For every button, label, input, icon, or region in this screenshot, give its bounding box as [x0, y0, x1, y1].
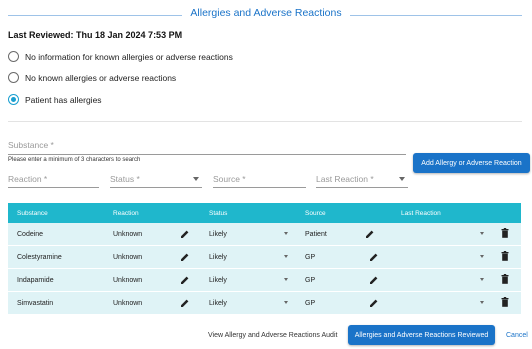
radio-no-information[interactable]: No information for known allergies or ad… [8, 51, 233, 62]
cell-substance: Indapamide [8, 268, 104, 292]
caret-down-icon [480, 301, 484, 304]
last-reaction-select[interactable]: Last Reaction * [316, 174, 408, 188]
edit-source-icon[interactable] [369, 252, 379, 262]
radio-label: No known allergies or adverse reactions [25, 72, 177, 83]
radio-button[interactable] [8, 51, 19, 62]
last-reaction-dropdown[interactable] [392, 245, 492, 269]
table-row: Colestyramine Unknown Likely GP [8, 245, 521, 269]
radio-no-known-allergies[interactable]: No known allergies or adverse reactions [8, 72, 176, 83]
caret-down-icon [480, 232, 484, 235]
reviewed-button[interactable]: Allergies and Adverse Reactions Reviewed [348, 325, 495, 345]
caret-down-icon [284, 255, 288, 258]
caret-down-icon [284, 278, 288, 281]
source-input[interactable]: Source * [213, 174, 306, 188]
table-row: Codeine Unknown Likely Patient [8, 223, 521, 246]
caret-down-icon [193, 177, 199, 181]
divider [8, 121, 522, 122]
edit-source-icon[interactable] [365, 229, 375, 239]
radio-button-selected[interactable] [8, 94, 19, 105]
header-reaction: Reaction [104, 203, 171, 223]
source-placeholder: Source * [213, 174, 246, 184]
table-row: Simvastatin Unknown Likely GP [8, 291, 521, 315]
edit-reaction-icon[interactable] [171, 268, 200, 292]
status-dropdown[interactable]: Likely [200, 268, 296, 292]
caret-down-icon [284, 301, 288, 304]
view-audit-link[interactable]: View Allergy and Adverse Reactions Audit [208, 332, 337, 339]
add-allergy-button[interactable]: Add Allergy or Adverse Reaction [413, 153, 530, 173]
status-dropdown[interactable]: Likely [200, 291, 296, 315]
last-reaction-dropdown[interactable] [392, 291, 492, 315]
radio-patient-has-allergies[interactable]: Patient has allergies [8, 94, 102, 105]
edit-reaction-icon[interactable] [171, 245, 200, 269]
caret-down-icon [480, 255, 484, 258]
page-title: Allergies and Adverse Reactions [0, 7, 532, 19]
cell-substance: Colestyramine [8, 245, 104, 269]
cell-reaction: Unknown [104, 291, 171, 315]
cancel-button[interactable]: Cancel [506, 332, 528, 339]
edit-reaction-icon[interactable] [171, 223, 200, 246]
last-reviewed-text: Last Reviewed: Thu 18 Jan 2024 7:53 PM [8, 30, 183, 40]
edit-source-icon[interactable] [369, 275, 379, 285]
table-header-row: Substance Reaction Status Source Last Re… [8, 203, 521, 223]
caret-down-icon [284, 232, 288, 235]
delete-icon[interactable] [492, 291, 521, 315]
substance-input[interactable]: Substance * [8, 140, 406, 155]
header-substance: Substance [8, 203, 104, 223]
last-reaction-dropdown[interactable] [392, 223, 492, 246]
delete-icon[interactable] [492, 245, 521, 269]
table-row: Indapamide Unknown Likely GP [8, 268, 521, 292]
header-status: Status [200, 203, 296, 223]
radio-button[interactable] [8, 72, 19, 83]
cell-status: Likely [209, 253, 227, 261]
radio-label: No information for known allergies or ad… [25, 51, 233, 62]
reaction-placeholder: Reaction * [8, 174, 48, 184]
cell-substance: Codeine [8, 223, 104, 246]
edit-source-icon[interactable] [369, 298, 379, 308]
status-dropdown[interactable]: Likely [200, 223, 296, 246]
radio-label: Patient has allergies [25, 94, 102, 105]
cell-source: GP [296, 268, 392, 292]
cell-source: Patient [296, 223, 392, 246]
last-reaction-dropdown[interactable] [392, 268, 492, 292]
cell-status: Likely [209, 299, 227, 307]
last-reaction-placeholder: Last Reaction * [316, 174, 374, 184]
allergies-table: Substance Reaction Status Source Last Re… [8, 203, 521, 315]
header-last-reaction: Last Reaction [392, 203, 492, 223]
edit-reaction-icon[interactable] [171, 291, 200, 315]
substance-placeholder: Substance * [8, 140, 54, 150]
status-dropdown[interactable]: Likely [200, 245, 296, 269]
cell-reaction: Unknown [104, 245, 171, 269]
cell-substance: Simvastatin [8, 291, 104, 315]
header-source: Source [296, 203, 392, 223]
cell-source: GP [296, 291, 392, 315]
cell-reaction: Unknown [104, 268, 171, 292]
status-select[interactable]: Status * [110, 174, 202, 188]
cell-source: GP [296, 245, 392, 269]
cell-status: Likely [209, 276, 227, 284]
caret-down-icon [399, 177, 405, 181]
substance-hint: Please enter a minimum of 3 characters t… [8, 157, 141, 163]
delete-icon[interactable] [492, 223, 521, 246]
cell-reaction: Unknown [104, 223, 171, 246]
status-placeholder: Status * [110, 174, 140, 184]
reaction-input[interactable]: Reaction * [8, 174, 99, 188]
caret-down-icon [480, 278, 484, 281]
delete-icon[interactable] [492, 268, 521, 292]
cell-status: Likely [209, 230, 227, 238]
